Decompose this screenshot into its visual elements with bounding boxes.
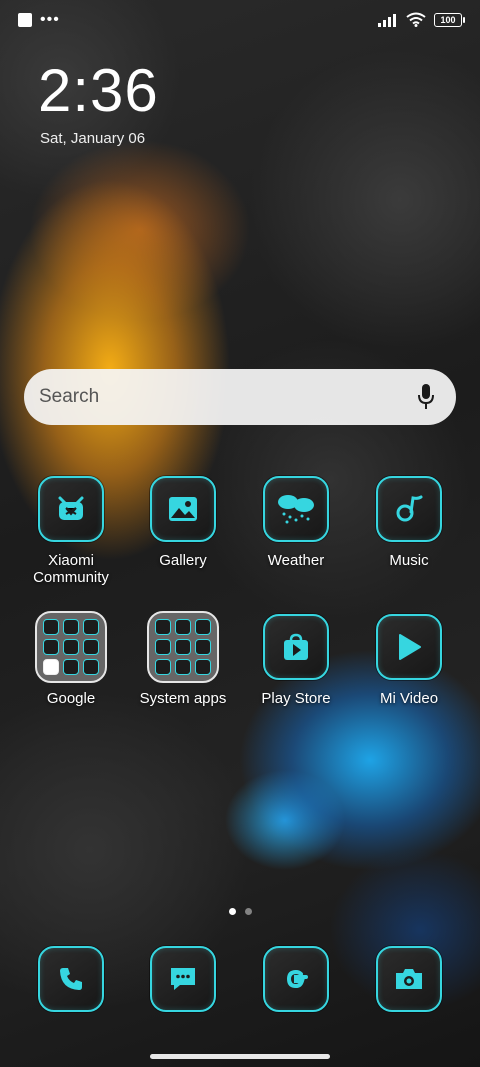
folder-google[interactable]: Google bbox=[11, 611, 131, 707]
wifi-icon bbox=[406, 12, 426, 27]
signal-icon bbox=[378, 13, 396, 27]
page-dot-active[interactable] bbox=[228, 908, 236, 915]
weather-icon[interactable] bbox=[263, 476, 329, 542]
app-label: Music bbox=[389, 552, 429, 569]
app-mi-video[interactable]: Mi Video bbox=[349, 614, 469, 707]
search-placeholder[interactable]: Search bbox=[39, 386, 99, 408]
page-indicator[interactable] bbox=[0, 908, 480, 915]
dock-camera[interactable] bbox=[349, 946, 469, 1012]
dock-google[interactable] bbox=[236, 946, 356, 1012]
app-label: Play Store bbox=[261, 690, 331, 707]
home-indicator[interactable] bbox=[150, 1054, 330, 1059]
camera-icon[interactable] bbox=[376, 946, 442, 1012]
gallery-icon[interactable] bbox=[150, 476, 216, 542]
app-gallery[interactable]: Gallery bbox=[123, 476, 243, 569]
search-bar[interactable]: Search bbox=[24, 369, 456, 425]
system-apps-folder-icon[interactable] bbox=[147, 611, 219, 683]
app-label: Weather bbox=[267, 552, 325, 569]
clock-date[interactable]: Sat, January 06 bbox=[40, 130, 145, 147]
music-icon[interactable] bbox=[376, 476, 442, 542]
app-xiaomi-community[interactable]: Xiaomi Community bbox=[11, 476, 131, 586]
clock-time[interactable]: 2:36 bbox=[38, 58, 159, 124]
xiaomi-community-icon[interactable] bbox=[38, 476, 104, 542]
app-label: Mi Video bbox=[379, 690, 439, 707]
google-icon[interactable] bbox=[263, 946, 329, 1012]
play-store-icon[interactable] bbox=[263, 614, 329, 680]
app-label: Xiaomi Community bbox=[33, 552, 109, 586]
app-label: System apps bbox=[139, 690, 227, 707]
google-folder-icon[interactable] bbox=[35, 611, 107, 683]
app-play-store[interactable]: Play Store bbox=[236, 614, 356, 707]
dock-messages[interactable] bbox=[123, 946, 243, 1012]
app-label: Google bbox=[46, 690, 96, 707]
messages-icon[interactable] bbox=[150, 946, 216, 1012]
notification-square-icon bbox=[18, 13, 32, 27]
phone-icon[interactable] bbox=[38, 946, 104, 1012]
microphone-icon[interactable] bbox=[416, 383, 436, 411]
app-music[interactable]: Music bbox=[349, 476, 469, 569]
mi-video-icon[interactable] bbox=[376, 614, 442, 680]
app-weather[interactable]: Weather bbox=[236, 476, 356, 569]
more-notifications-icon: ••• bbox=[40, 11, 60, 28]
dock-phone[interactable] bbox=[11, 946, 131, 1012]
battery-icon: 100 bbox=[434, 12, 465, 27]
page-dot[interactable] bbox=[244, 908, 252, 915]
folder-system-apps[interactable]: System apps bbox=[123, 611, 243, 707]
app-label: Gallery bbox=[159, 552, 207, 569]
status-bar: ••• 100 bbox=[0, 0, 480, 40]
